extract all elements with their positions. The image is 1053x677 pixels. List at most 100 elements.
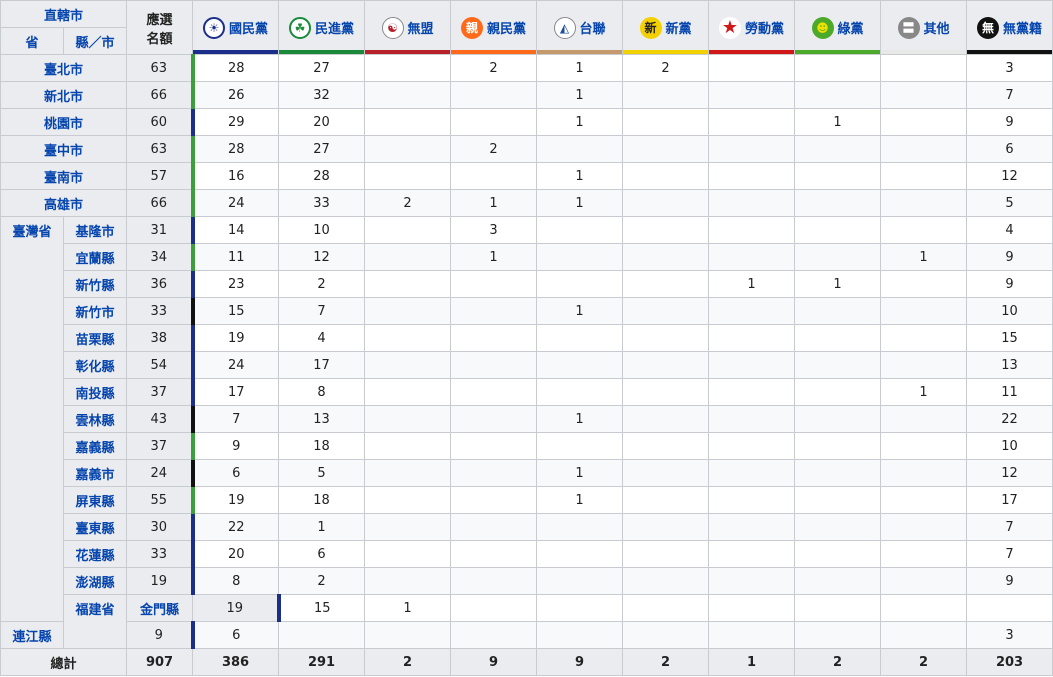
party-seat-cell-np — [708, 594, 796, 622]
party-header-gp[interactable]: ☻ 綠黨 — [794, 0, 882, 55]
party-seat-cell-np — [622, 621, 710, 649]
party-seat-cell-oth — [880, 216, 968, 244]
county-city-name[interactable]: 新竹市 — [62, 297, 128, 325]
municipality-name[interactable]: 桃園市 — [0, 108, 128, 136]
party-seat-cell-lp — [708, 459, 796, 487]
county-city-name[interactable]: 嘉義市 — [62, 459, 128, 487]
party-seat-cell-kmt: 19 — [190, 324, 280, 352]
party-seat-cell-ind: 7 — [966, 513, 1053, 541]
party-name[interactable]: 綠黨 — [838, 18, 864, 37]
county-city-name[interactable]: 花蓮縣 — [62, 540, 128, 568]
party-seat-cell-tsu — [536, 351, 624, 379]
party-header-npsu[interactable]: ☯ 無盟 — [364, 0, 452, 55]
party-seat-cell-kmt: 22 — [190, 513, 280, 541]
party-seat-cell-gp — [794, 135, 882, 163]
party-seat-cell-np — [622, 513, 710, 541]
party-header-np[interactable]: 新新黨 — [622, 0, 710, 55]
municipality-name[interactable]: 臺北市 — [0, 54, 128, 82]
party-header-tsu[interactable]: ◭ 台聯 — [536, 0, 624, 55]
party-seat-cell-kmt: 29 — [190, 108, 280, 136]
province-header[interactable]: 省 — [0, 27, 64, 55]
party-seat-cell-oth — [966, 594, 1053, 622]
county-city-name[interactable]: 連江縣 — [0, 621, 64, 649]
county-city-name[interactable]: 金門縣 — [126, 594, 194, 622]
party-seat-cell-gp — [794, 162, 882, 190]
party-seat-cell-gp — [794, 243, 882, 271]
county-city-name[interactable]: 屏東縣 — [62, 486, 128, 514]
party-name[interactable]: 其他 — [924, 18, 950, 37]
party-seat-cell-oth — [880, 567, 968, 595]
municipality-name[interactable]: 臺南市 — [0, 162, 128, 190]
party-seat-cell-pfp — [450, 324, 538, 352]
party-header-kmt[interactable]: ☀ 國民黨 — [192, 0, 280, 55]
party-name[interactable]: 無黨籍 — [1003, 18, 1042, 37]
county-city-name[interactable]: 新竹縣 — [62, 270, 128, 298]
party-name[interactable]: 新黨 — [666, 18, 692, 37]
county-city-name[interactable]: 宜蘭縣 — [62, 243, 128, 271]
municipality-header[interactable]: 直轄市 — [0, 0, 128, 28]
party-name[interactable]: 台聯 — [580, 18, 606, 37]
county-city-name[interactable]: 基隆市 — [62, 216, 128, 244]
party-seat-cell-oth — [880, 432, 968, 460]
party-seat-cell-dpp: 6 — [278, 540, 366, 568]
county-city-name[interactable]: 南投縣 — [62, 378, 128, 406]
party-header-pfp[interactable]: 親親民黨 — [450, 0, 538, 55]
party-seat-cell-oth: 1 — [880, 243, 968, 271]
party-header-oth[interactable]: 〓其他 — [880, 0, 968, 55]
party-seat-cell-pfp — [450, 567, 538, 595]
province-name[interactable]: 臺灣省 — [0, 216, 64, 622]
party-name[interactable]: 無盟 — [408, 18, 434, 37]
party-name[interactable]: 國民黨 — [229, 18, 268, 37]
county-city-name[interactable]: 澎湖縣 — [62, 567, 128, 595]
county-city-name[interactable]: 苗栗縣 — [62, 324, 128, 352]
party-header-dpp[interactable]: ☘ 民進黨 — [278, 0, 366, 55]
table-row: 臺北市 63 28 27 2 1 2 3 — [0, 54, 1053, 82]
municipality-name[interactable]: 高雄市 — [0, 189, 128, 217]
total-party-gp: 2 — [794, 648, 882, 676]
total-party-oth: 2 — [880, 648, 968, 676]
party-seat-cell-np — [622, 297, 710, 325]
party-seat-cell-dpp: 27 — [278, 54, 366, 82]
party-seat-cell-np — [622, 270, 710, 298]
county-city-header[interactable]: 縣／市 — [62, 27, 128, 55]
party-seat-cell-tsu: 1 — [536, 189, 624, 217]
party-header-lp[interactable]: ★ 勞動黨 — [708, 0, 796, 55]
seat-count: 66 — [126, 81, 194, 109]
party-seat-cell-tsu — [536, 513, 624, 541]
party-seat-cell-oth — [880, 162, 968, 190]
party-seat-cell-npsu — [364, 270, 452, 298]
seat-count: 37 — [126, 432, 194, 460]
party-color-bar — [795, 50, 880, 54]
party-header-ind[interactable]: 無無黨籍 — [966, 0, 1053, 55]
party-name[interactable]: 親民黨 — [487, 18, 526, 37]
table-row: 屏東縣 55 19 18 1 17 — [1, 486, 1053, 514]
party-name[interactable]: 勞動黨 — [745, 18, 784, 37]
party-seat-cell-dpp: 10 — [278, 216, 366, 244]
party-seat-cell-gp — [794, 486, 882, 514]
party-seat-cell-kmt: 28 — [190, 135, 280, 163]
total-party-tsu: 9 — [536, 648, 624, 676]
municipality-name[interactable]: 新北市 — [0, 81, 128, 109]
party-seat-cell-gp — [794, 378, 882, 406]
county-city-name[interactable]: 嘉義縣 — [62, 432, 128, 460]
county-city-name[interactable]: 臺東縣 — [62, 513, 128, 541]
county-city-name[interactable]: 彰化縣 — [62, 351, 128, 379]
party-seat-cell-pfp: 3 — [450, 216, 538, 244]
party-seat-cell-np — [622, 567, 710, 595]
table-row: 澎湖縣 19 8 2 9 — [1, 567, 1053, 595]
county-city-name[interactable]: 雲林縣 — [62, 405, 128, 433]
total-party-lp: 1 — [708, 648, 796, 676]
province-name[interactable]: 福建省 — [62, 594, 128, 649]
municipality-name[interactable]: 臺中市 — [0, 135, 128, 163]
party-seat-cell-ind: 12 — [966, 459, 1053, 487]
party-emblem-ind-icon: 無 — [977, 16, 999, 39]
party-name[interactable]: 民進黨 — [315, 18, 354, 37]
party-seat-cell-pfp — [450, 432, 538, 460]
party-seat-cell-npsu — [364, 405, 452, 433]
seat-count: 33 — [126, 297, 194, 325]
party-seat-cell-tsu: 1 — [536, 162, 624, 190]
party-seat-cell-np: 2 — [622, 54, 710, 82]
total-row: 總計 907 386 291 2 9 9 2 1 2 2 203 — [0, 648, 1053, 676]
party-seat-cell-kmt: 15 — [190, 297, 280, 325]
party-seat-cell-lp — [708, 432, 796, 460]
